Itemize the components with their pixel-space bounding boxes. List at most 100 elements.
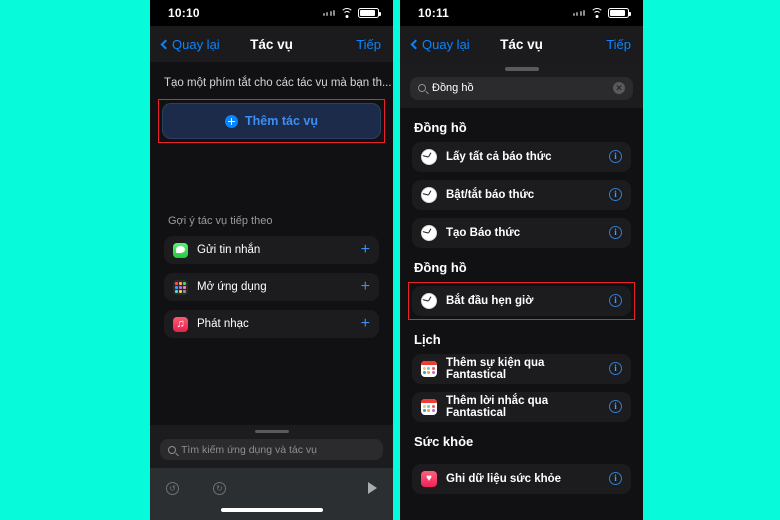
fantastical-app-icon: [421, 398, 437, 415]
right-status-time: 10:11: [418, 6, 450, 20]
battery-icon: [608, 7, 631, 19]
list-item-label: Mở ứng dụng: [197, 281, 267, 293]
signal-dots-icon: [572, 10, 585, 16]
info-icon[interactable]: i: [609, 472, 622, 485]
info-icon[interactable]: i: [609, 362, 622, 375]
list-item-label: Phát nhạc: [197, 318, 249, 330]
add-action-label: Thêm tác vụ: [245, 114, 318, 128]
suggestions-header: Gợi ý tác vụ tiếp theo: [168, 215, 273, 227]
info-icon[interactable]: i: [609, 226, 622, 239]
section-header: Đồng hồ: [414, 259, 467, 275]
music-app-icon: [173, 316, 188, 332]
health-app-icon: [421, 470, 437, 487]
plus-circle-icon: [225, 114, 239, 128]
section-header: Lịch: [414, 331, 441, 347]
app-library-icon: [173, 279, 188, 295]
add-suggestion-button[interactable]: +: [361, 242, 370, 258]
section-header: Đồng hồ: [414, 119, 467, 135]
list-item[interactable]: Gửi tin nhắn +: [164, 236, 379, 264]
clock-app-icon: [421, 148, 437, 165]
table-row[interactable]: Bắt đầu hẹn giờ i: [412, 285, 631, 316]
list-item-label: Gửi tin nhắn: [197, 244, 261, 256]
list-item[interactable]: Phát nhạc +: [164, 310, 379, 338]
left-status-bar: 10:10: [150, 0, 393, 26]
clock-app-icon: [421, 186, 437, 203]
start-timer-highlight-box: Bắt đầu hẹn giờ i: [408, 281, 635, 320]
search-input[interactable]: Đồng hồ ✕: [410, 76, 633, 100]
next-button[interactable]: Tiếp: [606, 37, 631, 52]
table-row[interactable]: Thêm lời nhắc qua Fantastical i: [412, 391, 631, 422]
sheet-grabber-area[interactable]: [150, 424, 393, 433]
battery-icon: [358, 7, 381, 19]
back-button[interactable]: Quay lại: [160, 36, 220, 52]
undo-icon[interactable]: ↺: [166, 481, 179, 495]
fantastical-app-icon: [421, 360, 437, 377]
table-row[interactable]: Tạo Báo thức i: [412, 217, 631, 248]
next-button[interactable]: Tiếp: [356, 37, 381, 52]
table-row[interactable]: Lấy tất cả báo thức i: [412, 141, 631, 172]
clear-icon[interactable]: ✕: [613, 82, 625, 94]
table-row-label: Bật/tắt báo thức: [446, 188, 535, 201]
info-icon[interactable]: i: [609, 150, 622, 163]
right-nav-bar: Quay lại Tác vụ Tiếp: [400, 26, 643, 62]
table-row-label: Thêm lời nhắc qua Fantastical: [446, 394, 549, 419]
editor-toolbar: ↺ ↻: [150, 468, 393, 508]
chevron-left-icon: [160, 39, 171, 49]
right-status-bar: 10:11: [400, 0, 643, 26]
home-indicator-area: [150, 508, 393, 520]
left-nav-bar: Quay lại Tác vụ Tiếp: [150, 26, 393, 62]
left-status-indicators: [322, 7, 381, 19]
search-icon: [418, 84, 426, 92]
table-row-label: Tạo Báo thức: [446, 226, 521, 239]
signal-dots-icon: [322, 10, 335, 16]
left-screen-body: Tạo một phím tắt cho các tác vụ mà bạn t…: [150, 62, 393, 520]
home-indicator: [220, 508, 323, 512]
left-bottom-bar: Tìm kiếm ứng dụng và tác vụ ↺ ↻: [150, 424, 393, 520]
back-button[interactable]: Quay lại: [410, 36, 470, 52]
list-item[interactable]: Mở ứng dụng +: [164, 273, 379, 301]
add-suggestion-button[interactable]: +: [361, 279, 370, 295]
chevron-left-icon: [410, 39, 421, 49]
section-list: Thêm sự kiện qua Fantastical i Thêm lời …: [400, 353, 643, 422]
left-phone-screen: 10:10 Quay lại Tác vụ Tiếp Tạo một phím …: [150, 0, 393, 520]
wifi-icon: [340, 8, 353, 18]
table-row-label: Bắt đầu hẹn giờ: [446, 294, 534, 307]
screenshot-stage: 10:10 Quay lại Tác vụ Tiếp Tạo một phím …: [0, 0, 780, 520]
table-row-label: Thêm sự kiện qua Fantastical: [446, 356, 545, 381]
table-row[interactable]: Thêm sự kiện qua Fantastical i: [412, 353, 631, 384]
left-status-time: 10:10: [168, 6, 200, 20]
add-action-button[interactable]: Thêm tác vụ: [162, 103, 381, 139]
info-icon[interactable]: i: [609, 188, 622, 201]
suggestions-list: Gửi tin nhắn + Mở ứng dụng + Phát nhạc +: [150, 236, 393, 338]
info-icon[interactable]: i: [609, 400, 622, 413]
section-list: Lấy tất cả báo thức i Bật/tắt báo thức i…: [400, 141, 643, 248]
search-input[interactable]: Tìm kiếm ứng dụng và tác vụ: [160, 439, 383, 460]
play-icon[interactable]: [368, 482, 377, 494]
table-row-label: Lấy tất cả báo thức: [446, 150, 552, 163]
section-list: Ghi dữ liệu sức khỏe i: [400, 463, 643, 494]
clock-app-icon: [421, 292, 437, 309]
right-screen-body: Đồng hồ ✕ Đồng hồ Lấy tất cả báo thức i …: [400, 62, 643, 520]
add-action-highlight-box: Thêm tác vụ: [158, 99, 385, 143]
add-suggestion-button[interactable]: +: [361, 316, 370, 332]
right-phone-screen: 10:11 Quay lại Tác vụ Tiếp Đồng hồ ✕ Đồn…: [400, 0, 643, 520]
info-icon[interactable]: i: [609, 294, 622, 307]
messages-app-icon: [173, 242, 188, 258]
drag-handle[interactable]: [504, 67, 539, 71]
back-button-label: Quay lại: [422, 36, 470, 52]
search-value: Đồng hồ: [432, 82, 474, 94]
table-row[interactable]: Ghi dữ liệu sức khỏe i: [412, 463, 631, 494]
redo-icon[interactable]: ↻: [213, 481, 226, 495]
right-status-indicators: [572, 7, 631, 19]
clock-app-icon: [421, 224, 437, 241]
back-button-label: Quay lại: [172, 36, 220, 52]
search-area: Tìm kiếm ứng dụng và tác vụ: [150, 433, 393, 468]
shortcut-description: Tạo một phím tắt cho các tác vụ mà bạn t…: [164, 77, 392, 89]
search-icon: [168, 445, 176, 454]
table-row-label: Ghi dữ liệu sức khỏe: [446, 472, 562, 485]
search-placeholder: Tìm kiếm ứng dụng và tác vụ: [181, 443, 318, 456]
wifi-icon: [590, 8, 603, 18]
section-header: Sức khỏe: [414, 433, 474, 449]
table-row[interactable]: Bật/tắt báo thức i: [412, 179, 631, 210]
search-sheet-header: Đồng hồ ✕: [400, 62, 643, 108]
